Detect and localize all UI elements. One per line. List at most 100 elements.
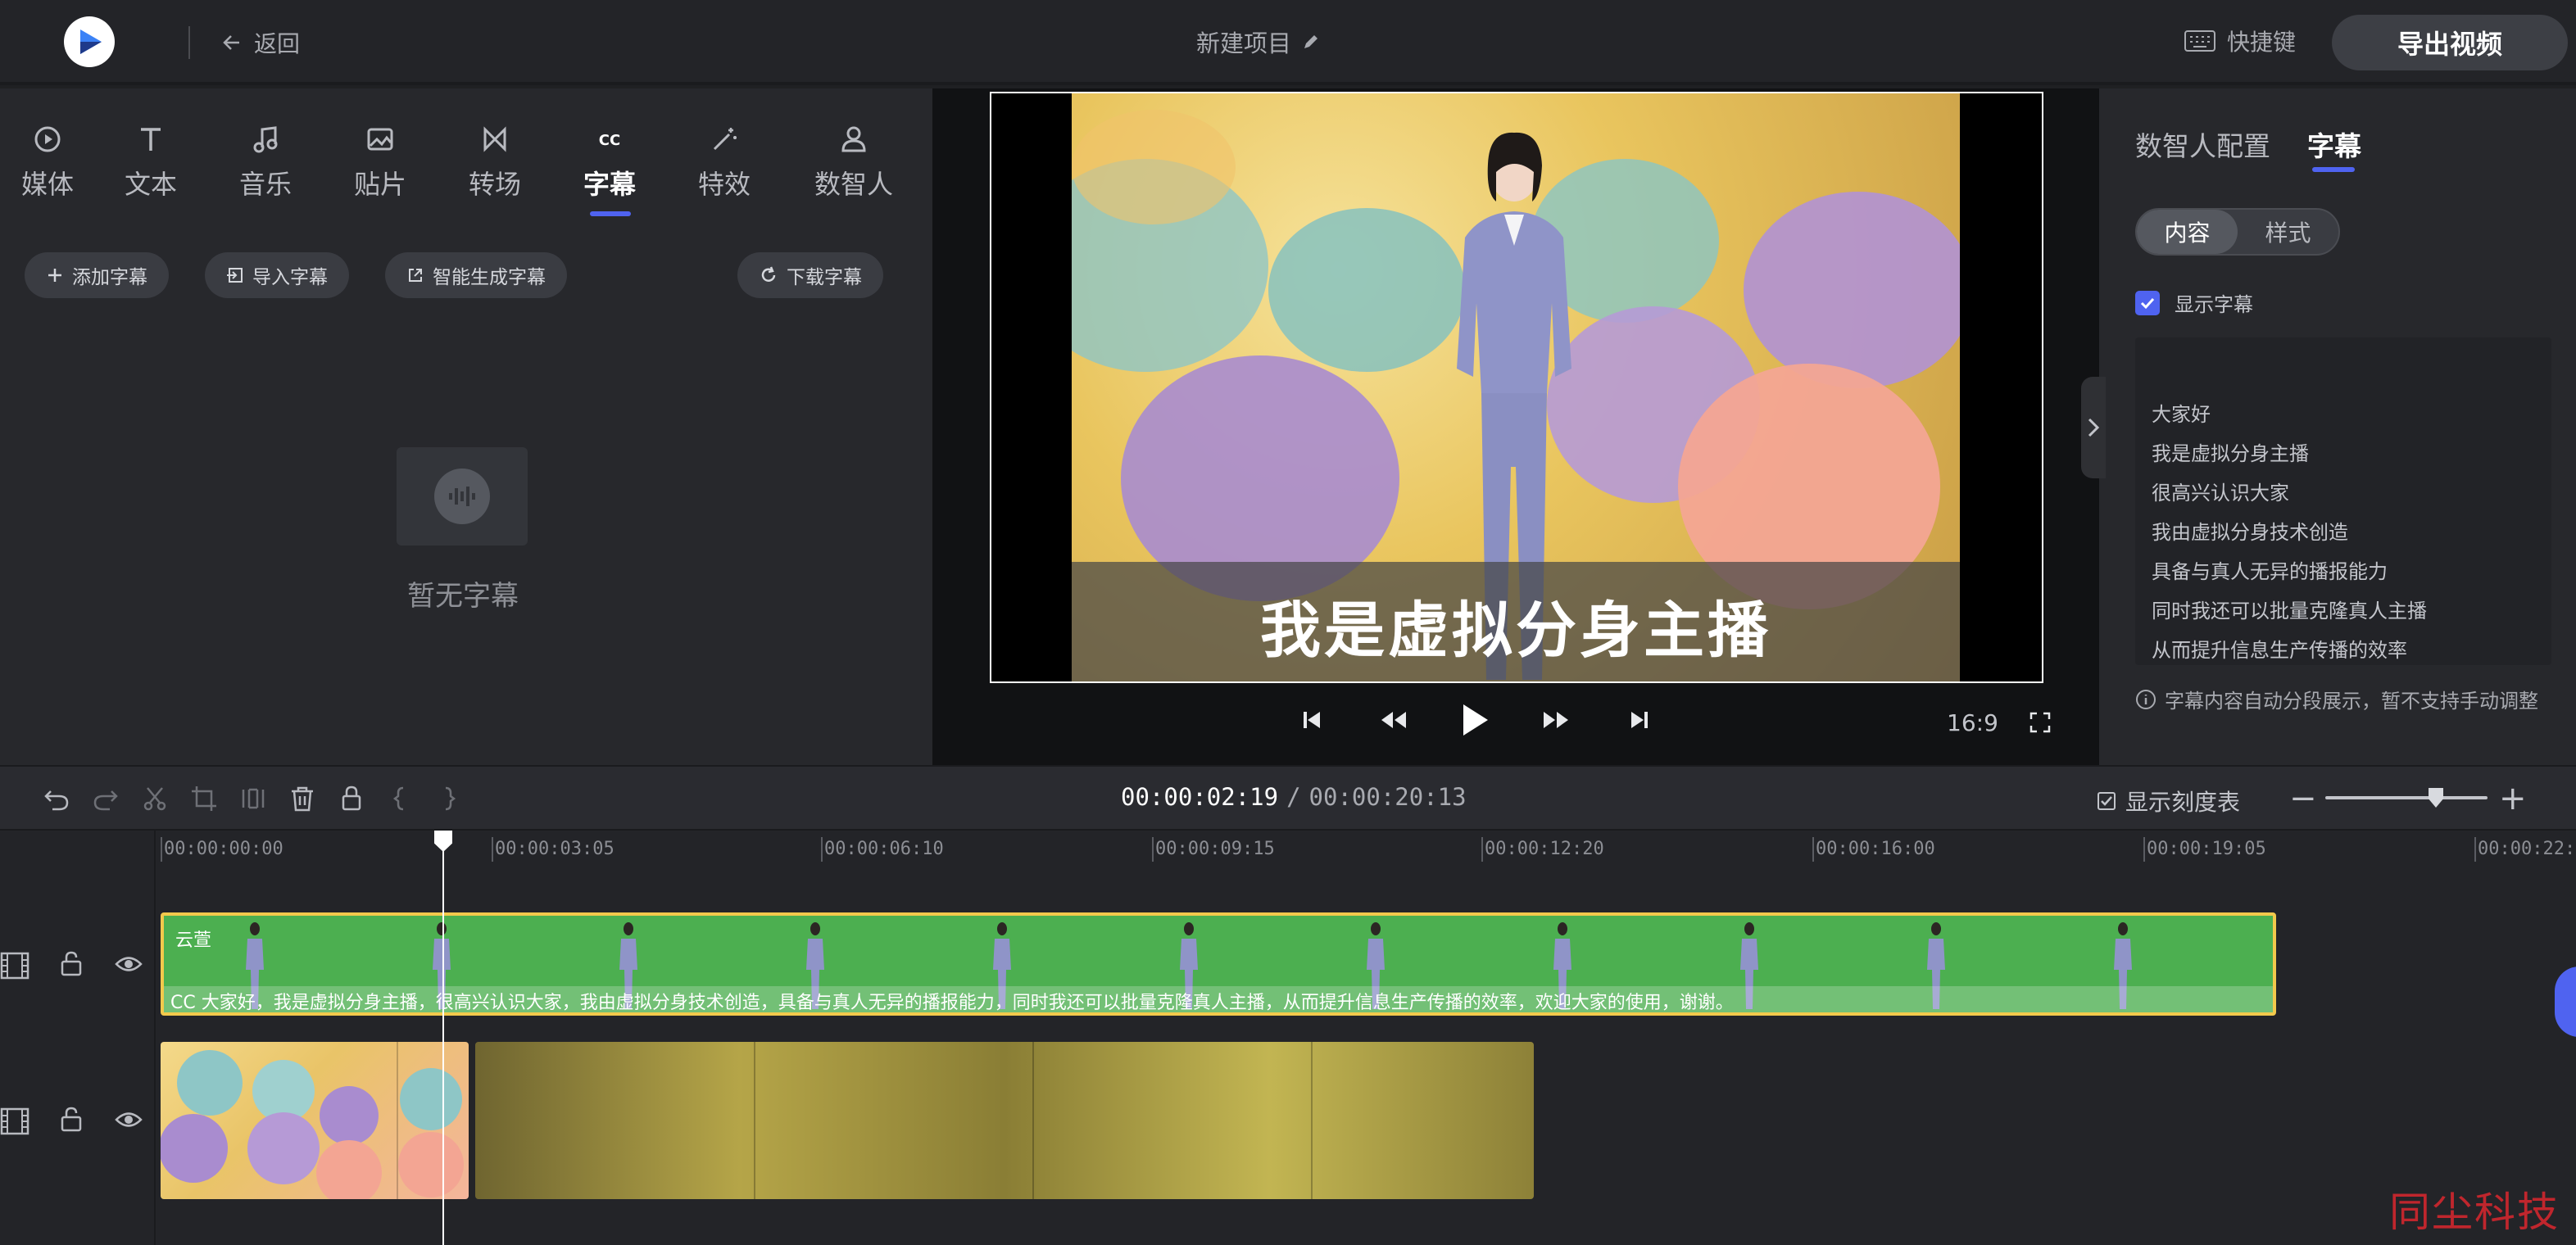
ruler-tick: 00:00:09:15 (1152, 837, 1275, 862)
tab-label: 贴片 (353, 169, 406, 200)
ruler-tick: 00:00:06:10 (821, 837, 944, 862)
watermark-text: 同尘科技 (2389, 1188, 2560, 1236)
back-button[interactable]: 返回 (221, 26, 300, 59)
text-icon (134, 123, 167, 156)
rewind-icon[interactable] (1380, 708, 1408, 732)
cc-icon: CC (593, 123, 626, 156)
ruler-tick: 00:00:22:1 (2474, 837, 2576, 862)
cut-icon[interactable] (141, 785, 169, 813)
subtitle-line: 具备与真人无异的播报能力 (2152, 560, 2388, 583)
download-subtitle-button[interactable]: 下载字幕 (737, 252, 883, 298)
tab-text[interactable]: 文本 (110, 123, 192, 201)
aspect-ratio-selector[interactable]: 16:9 (1947, 709, 1998, 736)
play-icon[interactable] (1460, 703, 1490, 737)
ruler-tick: 00:00:00:00 (161, 837, 283, 862)
preview-subtitle-text[interactable]: 我是虚拟分身主播 (1072, 582, 1960, 669)
video-clip[interactable] (475, 1042, 1534, 1199)
add-subtitle-label: 添加字幕 (72, 267, 147, 288)
refresh-icon (759, 265, 778, 285)
mark-out-icon[interactable] (439, 785, 459, 813)
collapse-panel-handle[interactable] (2081, 377, 2106, 478)
export-video-button[interactable]: 导出视频 (2332, 15, 2568, 70)
subtitle-content-list[interactable]: 大家好 我是虚拟分身主播 很高兴认识大家 我由虚拟分身技术创造 具备与真人无异的… (2135, 337, 2551, 665)
lock-icon[interactable] (338, 785, 365, 813)
show-subtitles-toggle[interactable]: 显示字幕 (2135, 288, 2253, 317)
subtitle-line: 我是虚拟分身主播 (2152, 442, 2309, 465)
ruler-tick: 00:00:03:05 (492, 837, 615, 862)
segment-style[interactable]: 样式 (2238, 210, 2338, 254)
checkbox-checked-icon[interactable] (2098, 792, 2116, 810)
tab-label: 音乐 (238, 169, 292, 200)
video-clip[interactable] (161, 1042, 469, 1199)
fast-forward-icon[interactable] (1542, 708, 1570, 732)
unlock-icon[interactable] (59, 950, 84, 978)
tab-transition[interactable]: 转场 (454, 123, 536, 201)
project-title[interactable]: 新建项目 (1196, 25, 1321, 59)
hint-text: 字幕内容自动分段展示，暂不支持手动调整 (2165, 690, 2538, 713)
sticker-icon (364, 123, 397, 156)
split-icon[interactable] (239, 785, 267, 813)
tab-subtitle-settings[interactable]: 字幕 (2307, 124, 2361, 164)
shortcut-label: 快捷键 (2227, 29, 2297, 56)
empty-subtitle-text: 暂无字幕 (407, 580, 519, 613)
skip-to-end-icon[interactable] (1627, 708, 1652, 732)
tab-sticker[interactable]: 贴片 (339, 123, 421, 201)
project-title-text: 新建项目 (1196, 29, 1292, 57)
back-label: 返回 (254, 30, 301, 57)
tab-media[interactable]: 媒体 (7, 123, 88, 201)
tab-subtitles[interactable]: CC 字幕 (569, 123, 651, 201)
tab-effects[interactable]: 特效 (683, 123, 765, 201)
eye-icon[interactable] (115, 953, 143, 975)
tab-label: 特效 (697, 169, 751, 200)
timecode-display: 00:00:02:19 / 00:00:20:13 (1121, 783, 1467, 811)
download-subtitle-label: 下载字幕 (787, 267, 862, 288)
subtitle-line: 很高兴认识大家 (2152, 482, 2289, 505)
tab-digital-human-config[interactable]: 数智人配置 (2135, 124, 2270, 164)
zoom-in-button[interactable]: + (2499, 780, 2527, 817)
checkbox-checked-icon[interactable] (2135, 290, 2160, 315)
delete-icon[interactable] (288, 785, 316, 813)
plus-icon (46, 266, 64, 284)
crop-icon[interactable] (190, 785, 218, 813)
clip-label: 云萱 (175, 930, 212, 951)
eye-icon[interactable] (115, 1109, 143, 1130)
header-divider (188, 26, 190, 59)
info-icon (2135, 689, 2156, 710)
track-headers (0, 831, 156, 1245)
skip-to-start-icon[interactable] (1299, 708, 1324, 732)
tab-label: 数智人 (814, 169, 893, 200)
arrow-left-icon (221, 32, 243, 53)
tab-music[interactable]: 音乐 (224, 123, 306, 201)
app-logo-icon[interactable] (64, 16, 115, 67)
playhead[interactable] (442, 844, 444, 1245)
add-subtitle-button[interactable]: 添加字幕 (25, 252, 169, 298)
pencil-icon[interactable] (1301, 32, 1321, 52)
active-tab-indicator (590, 211, 631, 216)
show-scale-toggle[interactable]: 显示刻度表 (2098, 785, 2240, 817)
empty-subtitle-icon (397, 447, 528, 546)
clip-subtitle-content: 大家好，我是虚拟分身主播，很高兴认识大家，我由虚拟分身技术创造，具备与真人无异的… (201, 993, 1734, 1013)
chevron-right-icon (2085, 415, 2102, 440)
preview-canvas[interactable]: 我是虚拟分身主播 (990, 92, 2043, 683)
tab-digital-human[interactable]: 数智人 (811, 123, 896, 201)
mark-in-icon[interactable] (390, 785, 410, 813)
undo-icon[interactable] (43, 785, 70, 813)
zoom-out-button[interactable]: − (2289, 780, 2317, 817)
segment-content[interactable]: 内容 (2137, 210, 2238, 254)
fullscreen-icon[interactable] (2029, 711, 2052, 734)
tab-label: 字幕 (583, 169, 636, 200)
zoom-slider-track[interactable] (2325, 796, 2488, 799)
redo-icon[interactable] (92, 785, 120, 813)
transition-icon (478, 123, 511, 156)
digital-human-clip[interactable]: 云萱 CC 大家好，我是虚拟分身主播，很高兴认识大家，我由虚拟分身技术创造，具备… (161, 912, 2276, 1016)
import-subtitle-button[interactable]: 导入字幕 (205, 252, 349, 298)
ruler-tick: 00:00:19:05 (2143, 837, 2266, 862)
music-icon (249, 123, 282, 156)
shortcut-button[interactable]: 快捷键 (2184, 25, 2296, 57)
tab-label: 转场 (468, 169, 521, 200)
smart-generate-subtitle-button[interactable]: 智能生成字幕 (385, 252, 567, 298)
unlock-icon[interactable] (59, 1106, 84, 1134)
subtitle-hint: 字幕内容自动分段展示，暂不支持手动调整 (2135, 685, 2538, 713)
import-subtitle-label: 导入字幕 (252, 267, 328, 288)
media-icon (31, 123, 64, 156)
